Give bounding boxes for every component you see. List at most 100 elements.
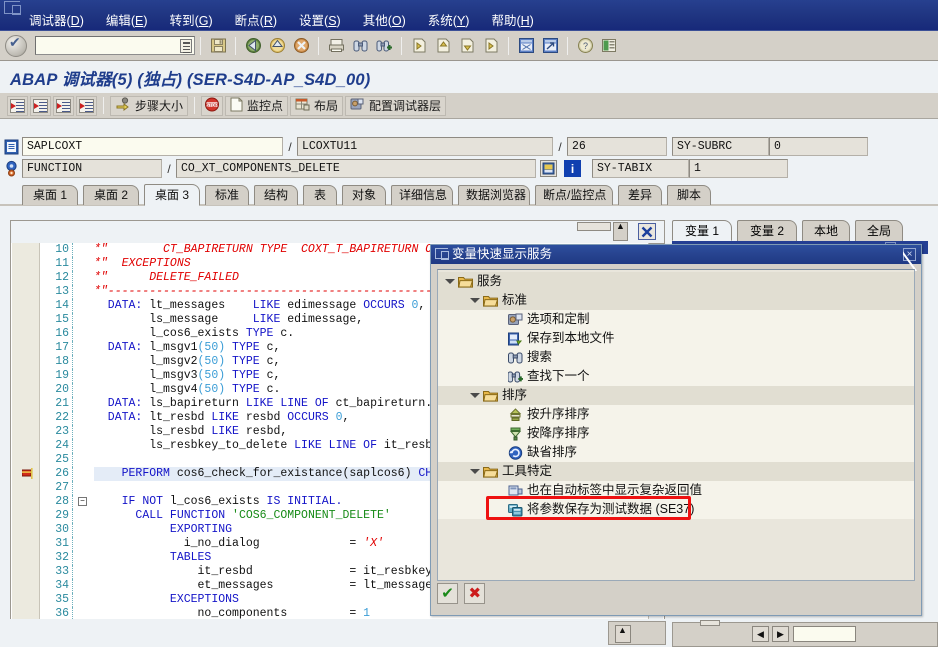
last-page-icon[interactable] [480, 35, 502, 56]
tree-folder[interactable]: 工具特定 [438, 462, 914, 481]
fold-toggle[interactable]: − [78, 497, 87, 506]
find-icon[interactable] [349, 35, 371, 56]
context-type-field[interactable]: FUNCTION [22, 159, 162, 178]
code-text: et_messages = lt_messages [183, 579, 440, 592]
info-icon[interactable]: i [564, 160, 581, 177]
scroll-up-button[interactable] [615, 625, 631, 643]
configure-debugger-layer-button[interactable]: 配置调试器层 [345, 95, 447, 116]
chevron-down-icon[interactable] [469, 462, 480, 481]
enter-ok-button[interactable] [5, 34, 27, 57]
chevron-down-icon[interactable] [469, 386, 480, 405]
service-tree[interactable]: 服务 标准 选项和定制 保存到本地文件 搜索 查找下一个 排序按升序排序按降序排序 缺省排序工… [437, 269, 915, 581]
code-text: l_msgv4(50) TYPE c. [149, 383, 281, 396]
tree-item[interactable]: 缺省排序 [438, 443, 914, 462]
variables-tab-1[interactable]: 变量 1 [672, 220, 732, 241]
help-icon[interactable]: ? [574, 35, 596, 56]
code-scroll-up-button[interactable] [613, 221, 628, 241]
line-number: 31 [41, 537, 73, 551]
variables-tab-4[interactable]: 全局 [855, 220, 903, 241]
watchpoint-button[interactable]: 监控点 [225, 95, 289, 116]
tree-item[interactable]: 选项和定制 [438, 310, 914, 329]
menu-item-4[interactable]: 断点(R) [224, 13, 288, 30]
exit-icon[interactable] [266, 35, 288, 56]
line-number: 19 [41, 369, 73, 383]
step-into-button[interactable] [7, 95, 28, 116]
tree-folder[interactable]: 服务 [438, 272, 914, 291]
print-icon[interactable] [325, 35, 347, 56]
tree-item[interactable]: 也在自动标签中显示复杂返回值 [438, 481, 914, 500]
menu-item-5[interactable]: 设置(S) [288, 13, 352, 30]
execute-button[interactable] [30, 95, 51, 116]
close-icon[interactable] [638, 223, 656, 240]
menu-item-2[interactable]: 编辑(E) [95, 13, 159, 30]
tab-11[interactable]: 差异 [618, 185, 662, 205]
create-shortcut-icon[interactable] [539, 35, 561, 56]
include-name-field[interactable]: LCOXTU11 [297, 137, 553, 156]
tab-2[interactable]: 桌面 2 [83, 185, 139, 205]
tree-item[interactable]: 保存到本地文件 [438, 329, 914, 348]
tab-3[interactable]: 桌面 3 [144, 184, 200, 206]
tab-7[interactable]: 对象 [342, 185, 386, 205]
toolbar-separator [401, 36, 402, 55]
back-icon[interactable] [242, 35, 264, 56]
save-icon[interactable] [207, 35, 229, 56]
next-page-icon[interactable] [456, 35, 478, 56]
command-field[interactable] [35, 36, 195, 55]
tree-item[interactable]: 将参数保存为测试数据 (SE37) [438, 500, 914, 519]
breakpoint-icon[interactable] [21, 468, 35, 479]
tab-1[interactable]: 桌面 1 [22, 185, 78, 205]
dialog-corner [903, 245, 921, 271]
continue-button[interactable] [76, 95, 97, 116]
line-number: 20 [41, 383, 73, 397]
tree-item[interactable]: 按降序排序 [438, 424, 914, 443]
tree-item[interactable]: 搜索 [438, 348, 914, 367]
tab-5[interactable]: 结构 [254, 185, 298, 205]
confirm-button[interactable]: ✔ [437, 583, 458, 604]
new-session-icon[interactable] [515, 35, 537, 56]
layout-button[interactable]: 布局 [290, 95, 344, 116]
menu-item-3[interactable]: 转到(G) [159, 13, 224, 30]
menu-item-7[interactable]: 系统(Y) [417, 13, 481, 30]
scroll-right-button[interactable]: ▶ [772, 626, 789, 642]
tab-8[interactable]: 详细信息 [391, 185, 453, 205]
cancel-button[interactable]: ✖ [464, 583, 486, 604]
horizontal-scroll-thumb[interactable] [793, 626, 856, 642]
program-context-row: SAPLCOXT / LCOXTU11 / 26 SY-SUBRC 0 [0, 136, 938, 157]
layout-menu-icon[interactable] [598, 35, 620, 56]
code-hscroll-thumb[interactable] [577, 222, 611, 231]
program-name-field[interactable]: SAPLCOXT [22, 137, 283, 156]
tab-9[interactable]: 数据浏览器 [458, 185, 530, 205]
variables-tab-2[interactable]: 变量 2 [737, 220, 797, 241]
step-size-button[interactable]: 步骤大小 [110, 95, 189, 116]
scroll-left-button[interactable]: ◀ [752, 626, 769, 642]
line-number: 12 [41, 271, 73, 285]
menu-item-6[interactable]: 其他(O) [352, 13, 417, 30]
command-history-icon[interactable] [180, 39, 192, 53]
first-page-icon[interactable] [408, 35, 430, 56]
previous-page-icon[interactable] [432, 35, 454, 56]
tree-folder[interactable]: 标准 [438, 291, 914, 310]
display-object-icon[interactable] [540, 160, 557, 177]
cancel-icon[interactable] [290, 35, 312, 56]
tab-4[interactable]: 标准 [205, 185, 249, 205]
tree-item[interactable]: 按升序排序 [438, 405, 914, 424]
variables-tab-3[interactable]: 本地 [802, 220, 850, 241]
chevron-down-icon[interactable] [444, 272, 455, 291]
tab-6[interactable]: 表 [303, 185, 337, 205]
tab-10[interactable]: 断点/监控点 [535, 185, 613, 205]
chevron-down-icon[interactable] [469, 291, 480, 310]
menu-item-8[interactable]: 帮助(H) [480, 13, 544, 30]
tab-12[interactable]: 脚本 [667, 185, 711, 205]
return-button[interactable] [53, 95, 74, 116]
menu-item-1[interactable]: 调试器(D) [18, 13, 95, 30]
panel-resize-handle[interactable] [700, 620, 720, 626]
find-next-icon[interactable] [373, 35, 395, 56]
function-name-field[interactable]: CO_XT_COMPONENTS_DELETE [176, 159, 536, 178]
code-text: EXCEPTIONS [169, 593, 239, 606]
stop-button[interactable]: STOP [201, 95, 224, 116]
line-number-field[interactable]: 26 [567, 137, 667, 156]
tree-item[interactable]: 查找下一个 [438, 367, 914, 386]
tab-label: 桌面 2 [93, 188, 128, 202]
tree-item-label: 按升序排序 [527, 407, 590, 421]
tree-folder[interactable]: 排序 [438, 386, 914, 405]
